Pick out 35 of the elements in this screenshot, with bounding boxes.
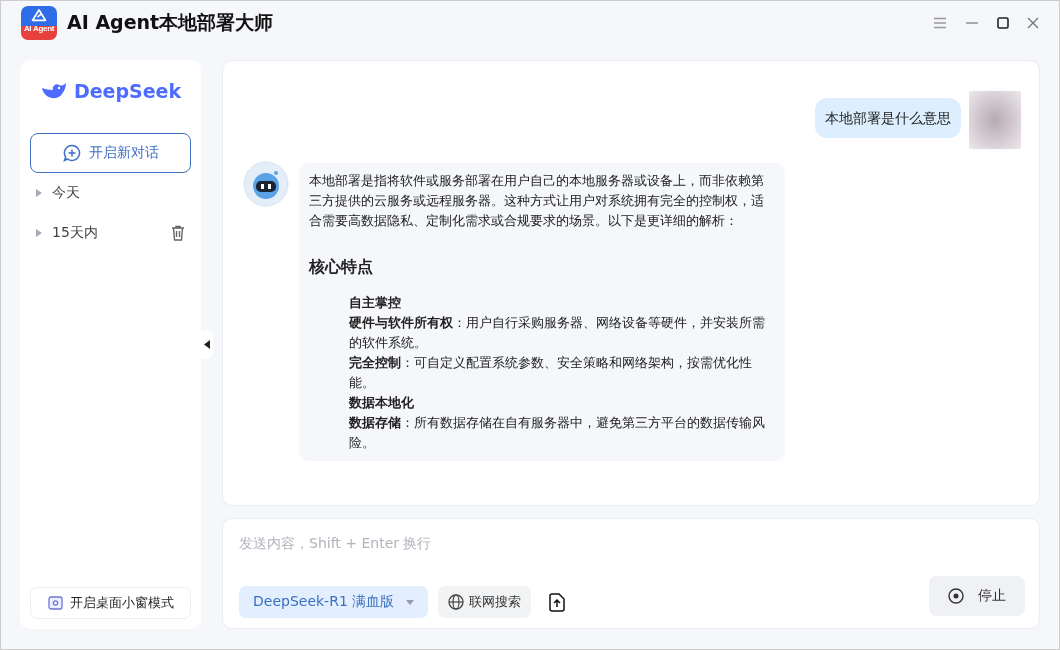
upload-file-icon[interactable] — [549, 592, 566, 612]
user-avatar — [969, 91, 1021, 149]
answer-item: 数据存储：所有数据存储在自有服务器中，避免第三方平台的数据传输风险。 — [348, 414, 766, 452]
message-input[interactable]: 发送内容，Shift + Enter 换行 — [239, 529, 1025, 557]
globe-icon — [448, 594, 465, 610]
subsection-heading: 数据本地化 — [348, 394, 415, 412]
brand-name: DeepSeek — [73, 80, 182, 102]
robot-avatar-icon — [243, 161, 289, 207]
answer-item: 完全控制：可自定义配置系统参数、安全策略和网络架构，按需优化性能。 — [348, 354, 753, 392]
maximize-icon[interactable] — [997, 17, 1009, 29]
expand-caret-icon — [36, 229, 42, 237]
mini-window-button[interactable]: 开启桌面小窗模式 — [30, 587, 191, 619]
history-group[interactable]: 今天 — [30, 173, 191, 213]
new-chat-button[interactable]: 开启新对话 — [30, 133, 191, 173]
section-heading: 核心特点 — [309, 256, 374, 278]
subsection-heading: 自主掌控 — [348, 294, 402, 312]
window-title: AI Agent本地部署大师 — [67, 10, 274, 35]
user-message: 本地部署是什么意思 — [815, 98, 961, 138]
collapse-caret-icon — [204, 340, 210, 349]
stop-button[interactable]: 停止 — [929, 576, 1025, 616]
web-search-button[interactable]: 联网搜索 — [438, 586, 532, 618]
stop-icon — [948, 588, 964, 604]
window-gear-icon — [47, 595, 64, 611]
chat-plus-icon — [62, 144, 81, 162]
dropdown-caret-icon — [406, 599, 415, 605]
triangle-logo-icon — [31, 9, 47, 22]
answer-paragraph: 本地部署是指将软件或服务部署在用户自己的本地服务器或设备上，而非依赖第三方提供的云服务或远程服务器。这种方式让用户对系统拥有完全的控制权，适合需要高数据隐私、定制化需求或合规要求的场景。以下是更详细的解析： — [309, 172, 765, 230]
answer-item: 硬件与软件所有权：用户自行采购服务器、网络设备等硬件，并安装所需的软件系统。 — [348, 314, 766, 352]
menu-icon[interactable] — [933, 17, 947, 29]
delete-icon[interactable] — [171, 225, 185, 241]
logo-text: AI Agent — [23, 25, 55, 33]
collapse-sidebar-button[interactable] — [201, 330, 213, 359]
close-icon[interactable] — [1027, 17, 1039, 29]
expand-caret-icon — [36, 189, 42, 197]
model-select[interactable]: DeepSeek-R1 满血版 — [239, 586, 429, 618]
